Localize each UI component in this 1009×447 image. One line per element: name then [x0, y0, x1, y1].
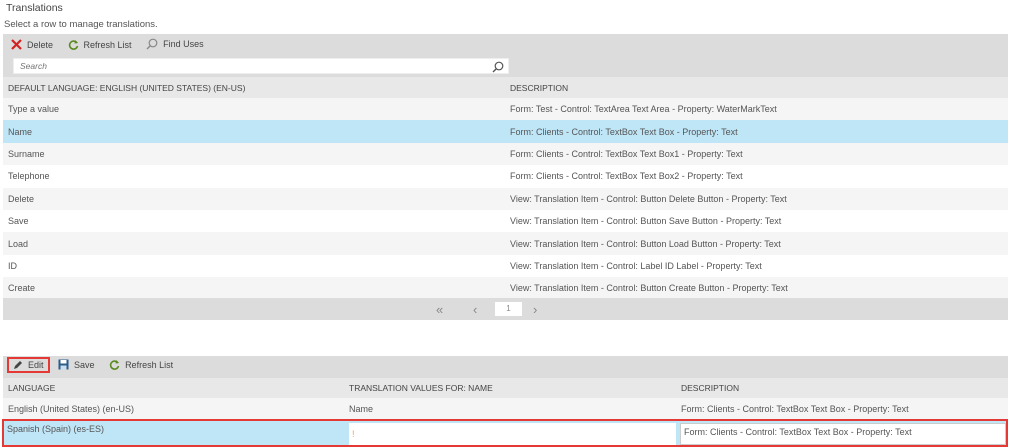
- description-cell: Form: Clients - Control: TextBox Text Bo…: [510, 149, 743, 160]
- refresh-label: Refresh List: [125, 359, 174, 370]
- prev-page-button[interactable]: ‹: [473, 302, 477, 317]
- refresh-icon: [68, 40, 78, 50]
- delete-button[interactable]: Delete: [11, 39, 53, 50]
- search-input[interactable]: [14, 59, 484, 73]
- default-language-cell: Type a value: [8, 104, 60, 115]
- default-language-cell: Create: [8, 283, 36, 294]
- top-grid-header: DEFAULT LANGUAGE: ENGLISH (UNITED STATES…: [3, 77, 1008, 98]
- table-row[interactable]: Save View: Translation Item - Control: Bu…: [3, 210, 1008, 233]
- column-header[interactable]: LANGUAGE: [8, 383, 55, 393]
- table-row[interactable]: Surname Form: Clients - Control: TextBox …: [3, 142, 1008, 166]
- bottom-toolbar: Edit Save Refresh List: [3, 356, 1008, 378]
- column-header[interactable]: DESCRIPTION: [510, 83, 568, 93]
- bottom-grid-header: LANGUAGE TRANSLATION VALUES FOR: NAME DE…: [3, 378, 1008, 398]
- page-subtitle: Select a row to manage translations.: [4, 19, 158, 30]
- refresh-list-button[interactable]: Refresh List: [68, 39, 132, 50]
- pagination: « ‹ 1 ›: [3, 298, 1008, 320]
- first-page-button[interactable]: «: [436, 302, 443, 317]
- table-row[interactable]: Type a value Form: Test - Control: TextAr…: [3, 98, 1008, 121]
- description-cell: View: Translation Item - Control: Button…: [510, 193, 787, 204]
- description-input[interactable]: Form: Clients - Control: TextBox Text Bo…: [680, 423, 1006, 445]
- description-cell: Form: Clients - Control: TextBox Text Bo…: [510, 126, 738, 137]
- save-label: Save: [74, 359, 95, 370]
- next-page-button[interactable]: ›: [533, 302, 537, 317]
- required-marker: !: [352, 429, 355, 439]
- default-language-cell: Save: [8, 216, 29, 227]
- column-header[interactable]: DEFAULT LANGUAGE: ENGLISH (UNITED STATES…: [8, 83, 245, 93]
- column-header[interactable]: TRANSLATION VALUES FOR: NAME: [349, 383, 493, 393]
- table-row[interactable]: Telephone Form: Clients - Control: TextBo…: [3, 165, 1008, 188]
- language-cell: Spanish (Spain) (es-ES): [7, 424, 105, 434]
- refresh-icon: [109, 360, 120, 370]
- edit-row[interactable]: Spanish (Spain) (es-ES) ! Form: Clients …: [2, 419, 1008, 447]
- save-button[interactable]: Save: [58, 359, 95, 370]
- table-row[interactable]: Create View: Translation Item - Control: …: [3, 277, 1008, 300]
- page-number-input[interactable]: 1: [495, 302, 522, 316]
- default-language-cell: Load: [8, 238, 29, 249]
- pencil-icon: [14, 361, 22, 369]
- default-language-cell: Delete: [8, 193, 35, 204]
- refresh-label: Refresh List: [83, 39, 132, 50]
- search-box: [13, 58, 509, 74]
- save-icon: [58, 359, 69, 370]
- table-row[interactable]: ID View: Translation Item - Control: Labe…: [3, 255, 1008, 278]
- default-language-cell: Name: [8, 126, 33, 137]
- column-header[interactable]: DESCRIPTION: [681, 383, 739, 393]
- description-cell: Form: Test - Control: TextArea Text Area…: [510, 104, 777, 115]
- description-cell: View: Translation Item - Control: Button…: [510, 216, 782, 227]
- table-row[interactable]: Delete View: Translation Item - Control: …: [3, 187, 1008, 211]
- edit-label: Edit: [28, 360, 44, 370]
- find-uses-label: Find Uses: [163, 39, 204, 49]
- delete-icon: [11, 39, 22, 50]
- description-cell: View: Translation Item - Control: Label …: [510, 261, 762, 272]
- search-icon[interactable]: [492, 61, 504, 73]
- delete-label: Delete: [27, 39, 54, 50]
- description-cell: View: Translation Item - Control: Button…: [510, 283, 788, 294]
- page-title: Translations: [6, 2, 63, 14]
- search-icon: [146, 38, 158, 50]
- translation-cell: Name: [349, 403, 374, 414]
- default-language-cell: ID: [8, 261, 17, 272]
- table-row[interactable]: Load View: Translation Item - Control: Bu…: [3, 232, 1008, 255]
- language-cell: English (United States) (en-US): [8, 403, 135, 414]
- description-cell: Form: Clients - Control: TextBox Text Bo…: [510, 171, 743, 182]
- description-value: Form: Clients - Control: TextBox Text Bo…: [684, 427, 912, 437]
- default-language-cell: Telephone: [8, 171, 50, 182]
- table-row[interactable]: English (United States) (en-US) Name For…: [3, 398, 1008, 419]
- table-row[interactable]: Name Form: Clients - Control: TextBox Tex…: [3, 120, 1008, 143]
- find-uses-button[interactable]: Find Uses: [146, 38, 204, 50]
- description-cell: Form: Clients - Control: TextBox Text Bo…: [681, 403, 909, 414]
- description-cell: View: Translation Item - Control: Button…: [510, 238, 781, 249]
- default-language-cell: Surname: [8, 149, 45, 160]
- refresh-list-button[interactable]: Refresh List: [109, 359, 173, 370]
- edit-button[interactable]: Edit: [7, 357, 50, 373]
- translation-value-input[interactable]: !: [349, 423, 676, 445]
